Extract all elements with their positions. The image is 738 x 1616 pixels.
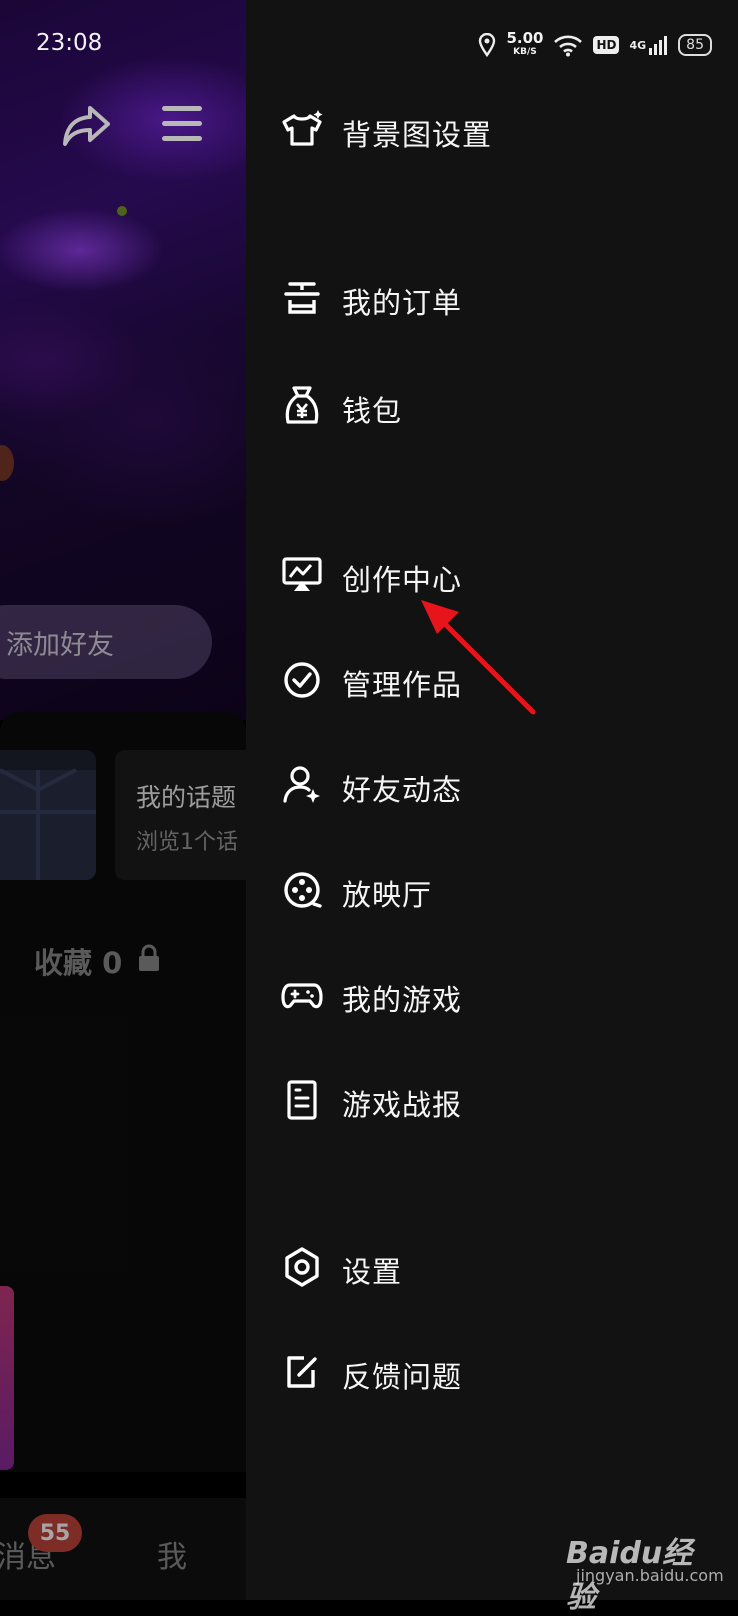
signal-icon <box>649 36 668 55</box>
hamburger-menu-icon[interactable] <box>160 104 204 144</box>
menu-label: 反馈问题 <box>342 1360 463 1394</box>
menu-item-my-orders[interactable]: 我的订单 <box>246 268 738 328</box>
menu-label: 我的订单 <box>342 286 463 320</box>
creator-center-icon <box>282 557 322 591</box>
wallet-icon <box>285 386 319 424</box>
speed-unit: KB/S <box>513 47 537 57</box>
menu-item-settings[interactable]: 设置 <box>246 1237 738 1297</box>
battery-indicator: 85 <box>678 34 712 56</box>
menu-item-friend-activity[interactable]: 好友动态 <box>246 755 738 815</box>
wifi-icon <box>554 35 583 57</box>
menu-label: 游戏战报 <box>342 1088 463 1122</box>
shirt-icon <box>282 110 323 146</box>
order-icon <box>284 282 320 314</box>
drawer-scrim[interactable] <box>0 0 246 1600</box>
menu-item-background-settings[interactable]: 背景图设置 <box>246 100 738 160</box>
menu-label: 好友动态 <box>342 773 463 807</box>
status-time: 23:08 <box>36 30 103 56</box>
red-pointer-arrow-icon <box>421 600 536 715</box>
share-icon[interactable] <box>62 102 112 148</box>
menu-item-game-report[interactable]: 游戏战报 <box>246 1070 738 1130</box>
menu-label: 设置 <box>342 1255 403 1289</box>
friend-activity-icon <box>283 766 320 803</box>
baidu-watermark-url: jingyan.baidu.com <box>576 1566 724 1585</box>
gamepad-icon <box>281 983 323 1009</box>
status-bar-right: 5.00 KB/S HD 4G 85 <box>478 28 738 62</box>
menu-label: 我的游戏 <box>342 983 463 1017</box>
hd-badge: HD <box>593 36 620 54</box>
menu-item-feedback[interactable]: 反馈问题 <box>246 1342 738 1402</box>
film-reel-icon <box>284 872 322 908</box>
network-speed: 5.00 KB/S <box>506 31 543 59</box>
check-circle-icon <box>284 662 320 698</box>
profile-page-background: 添加好友 我的话题 浏览1个话 收藏 0 消息 55 我 23:08 <box>0 0 246 1600</box>
menu-item-screening-hall[interactable]: 放映厅 <box>246 860 738 920</box>
feedback-icon <box>287 1356 317 1388</box>
network-type: 4G <box>629 38 647 52</box>
menu-label: 钱包 <box>342 394 403 428</box>
report-icon <box>287 1080 317 1120</box>
menu-item-my-games[interactable]: 我的游戏 <box>246 965 738 1025</box>
menu-label: 背景图设置 <box>342 118 493 152</box>
settings-icon <box>285 1247 319 1287</box>
menu-label: 放映厅 <box>342 878 433 912</box>
menu-item-wallet[interactable]: 钱包 <box>246 376 738 436</box>
location-icon <box>479 33 496 57</box>
